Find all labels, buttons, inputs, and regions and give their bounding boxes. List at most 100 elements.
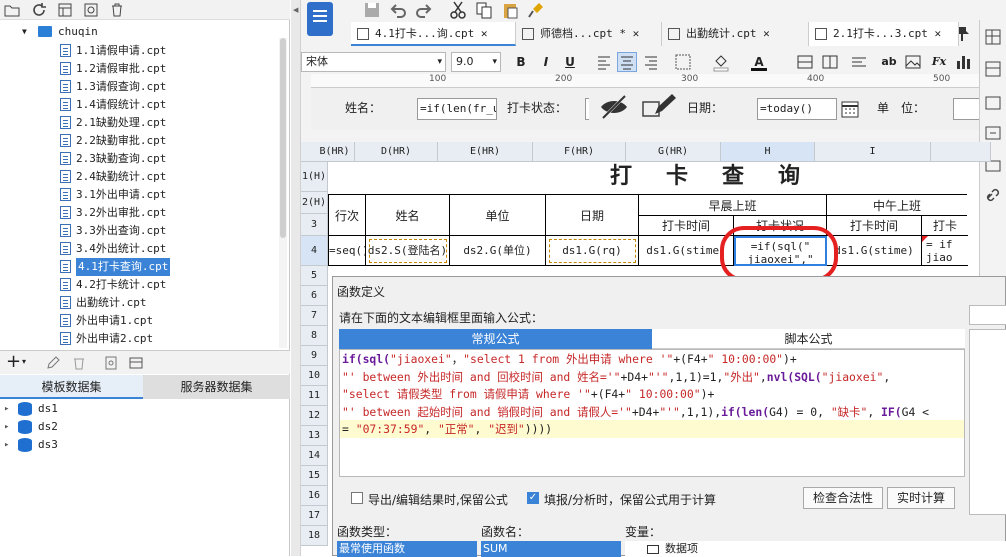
- split-icon[interactable]: [820, 52, 840, 72]
- delete-icon[interactable]: [109, 2, 125, 18]
- wrap-icon[interactable]: [849, 52, 869, 72]
- unit-param-input[interactable]: [953, 98, 979, 120]
- hide-icon[interactable]: [599, 92, 629, 122]
- side-list[interactable]: [969, 329, 1006, 515]
- dataset-item[interactable]: ▸ ds2: [0, 418, 200, 436]
- border-icon[interactable]: [673, 52, 693, 72]
- header-status2[interactable]: 打卡: [922, 216, 968, 236]
- cell-time[interactable]: ds1.G(stime): [639, 236, 734, 266]
- row-header[interactable]: 15: [301, 466, 328, 486]
- fill-color-icon[interactable]: [711, 52, 731, 72]
- function-name-item[interactable]: SUM: [481, 541, 621, 557]
- header-name[interactable]: 姓名: [366, 194, 450, 236]
- tab-server-dataset[interactable]: 服务器数据集: [143, 375, 290, 399]
- row-header[interactable]: 1(H): [301, 162, 328, 192]
- row-header[interactable]: 5: [301, 266, 328, 286]
- header-morning[interactable]: 早晨上班: [639, 194, 827, 216]
- column-header[interactable]: I: [815, 142, 931, 162]
- header-time[interactable]: 打卡时间: [639, 216, 734, 236]
- row-header[interactable]: 7: [301, 306, 328, 326]
- realtime-calc-button[interactable]: 实时计算: [887, 487, 955, 509]
- cell-time2[interactable]: ds1.G(stime): [827, 236, 922, 266]
- tab-4-1[interactable]: 4.1打卡...询.cpt ✕: [351, 22, 516, 46]
- element-icon[interactable]: [984, 60, 1002, 78]
- add-icon[interactable]: +: [6, 352, 21, 372]
- column-header[interactable]: B(HR): [315, 142, 355, 162]
- widget-icon[interactable]: [984, 94, 1002, 112]
- dataset-icon[interactable]: [128, 355, 144, 371]
- cell-status2[interactable]: = if jiao: [922, 236, 968, 266]
- template-icon[interactable]: [57, 2, 73, 18]
- cell-date[interactable]: ds1.G(rq): [546, 236, 639, 266]
- copy-icon[interactable]: [475, 1, 493, 19]
- save-icon[interactable]: [363, 1, 381, 19]
- preview-icon[interactable]: [103, 355, 119, 371]
- header-unit[interactable]: 单位: [450, 194, 546, 236]
- tab-script-formula[interactable]: 脚本公式: [652, 329, 965, 349]
- image-icon[interactable]: [903, 52, 923, 72]
- keep-formula-export-checkbox[interactable]: [351, 492, 363, 504]
- chevron-down-icon[interactable]: ▾: [22, 357, 26, 366]
- close-icon[interactable]: ✕: [633, 27, 640, 40]
- edit-icon[interactable]: [45, 355, 61, 371]
- edit-widget-icon[interactable]: [641, 92, 681, 122]
- font-size-select[interactable]: 9.0 ▾: [451, 52, 501, 72]
- row-header[interactable]: 18: [301, 526, 328, 546]
- align-right-icon[interactable]: [641, 52, 661, 72]
- formula-editor[interactable]: if(sql("jiaoxei"，"select 1 from 外出申请 whe…: [339, 349, 965, 477]
- function-type-item[interactable]: 最常使用函数: [337, 541, 477, 557]
- tab-template-dataset[interactable]: 模板数据集: [0, 375, 143, 399]
- row-header[interactable]: 2(H): [301, 192, 328, 214]
- align-center-icon[interactable]: [617, 52, 637, 72]
- column-header[interactable]: D(HR): [355, 142, 438, 162]
- cell-name[interactable]: ds2.S(登陆名): [366, 236, 450, 266]
- close-icon[interactable]: ✕: [763, 27, 770, 40]
- name-param-input[interactable]: =if(len(fr_us: [417, 98, 497, 120]
- row-header[interactable]: 13: [301, 426, 328, 446]
- close-icon[interactable]: ✕: [934, 27, 941, 40]
- dataset-item[interactable]: ▸ ds1: [0, 400, 200, 418]
- search-field[interactable]: [969, 305, 1006, 325]
- bold-button[interactable]: B: [511, 52, 531, 72]
- condition-icon[interactable]: [984, 124, 1002, 142]
- tab-shide[interactable]: 师德档...cpt * ✕: [516, 22, 662, 46]
- column-header[interactable]: [931, 142, 991, 162]
- text-icon[interactable]: ab: [879, 52, 899, 72]
- variable-item[interactable]: 数据项: [625, 541, 1006, 557]
- column-header[interactable]: E(HR): [438, 142, 533, 162]
- calendar-icon[interactable]: [841, 100, 859, 118]
- cell-status-selected[interactable]: =if(sql(" jiaoxei",": [734, 236, 827, 266]
- row-header[interactable]: 17: [301, 506, 328, 526]
- formula-icon[interactable]: Fx: [929, 52, 949, 72]
- column-header[interactable]: H: [721, 142, 815, 162]
- underline-button[interactable]: U: [560, 52, 580, 72]
- status-param-input[interactable]: [585, 98, 589, 120]
- italic-button[interactable]: I: [536, 52, 556, 72]
- tab-normal-formula[interactable]: 常规公式: [339, 329, 652, 349]
- tab-chuqin[interactable]: 出勤统计.cpt ✕: [662, 22, 809, 46]
- report-icon[interactable]: [307, 2, 333, 36]
- check-validity-button[interactable]: 检查合法性: [803, 487, 883, 509]
- cut-icon[interactable]: [449, 1, 467, 19]
- row-header[interactable]: 11: [301, 386, 328, 406]
- row-header[interactable]: 8: [301, 326, 328, 346]
- chart-icon[interactable]: [953, 52, 973, 72]
- redo-icon[interactable]: [415, 1, 433, 19]
- header-time2[interactable]: 打卡时间: [827, 216, 922, 236]
- undo-icon[interactable]: [389, 1, 407, 19]
- align-left-icon[interactable]: [594, 52, 614, 72]
- row-header[interactable]: 6: [301, 286, 328, 306]
- row-header[interactable]: 9: [301, 346, 328, 366]
- header-noon[interactable]: 中午上班: [827, 194, 967, 216]
- report-title[interactable]: 打 卡 查 询: [328, 162, 968, 192]
- header-status[interactable]: 打卡状况: [734, 216, 827, 236]
- row-header[interactable]: 12: [301, 406, 328, 426]
- font-select[interactable]: 宋体 ▾: [301, 52, 446, 72]
- tree-scrollbar[interactable]: [279, 38, 287, 348]
- row-header[interactable]: 16: [301, 486, 328, 506]
- dataset-item[interactable]: ▸ ds3: [0, 436, 200, 454]
- header-seq[interactable]: 行次: [328, 194, 366, 236]
- link-icon[interactable]: [984, 186, 1002, 204]
- keep-formula-fill-checkbox[interactable]: ✓: [527, 492, 539, 504]
- row-header[interactable]: 10: [301, 366, 328, 386]
